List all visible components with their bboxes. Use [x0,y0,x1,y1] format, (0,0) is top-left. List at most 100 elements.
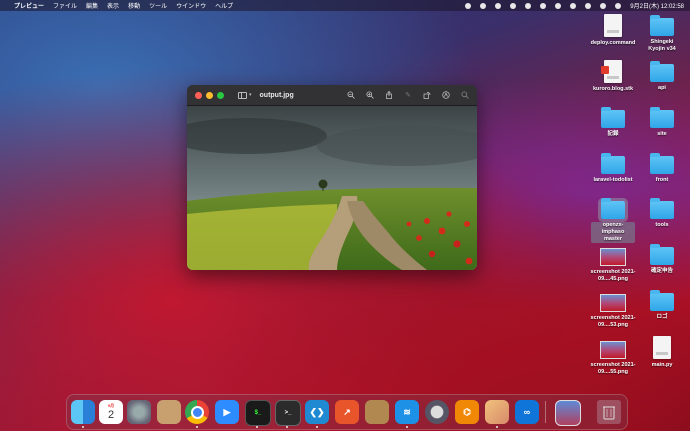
running-indicator [196,426,198,428]
rotate-icon[interactable] [423,91,431,99]
input-source-icon[interactable] [555,2,562,9]
weather-icon[interactable] [525,2,532,9]
desktop-item-label: main.py [651,362,673,368]
dock-separator [545,401,546,423]
running-indicator [316,426,318,428]
desktop-item-kuroro-blog[interactable]: kuroro.blog.stk [588,60,638,93]
share-icon[interactable] [385,91,393,99]
trash-icon[interactable] [597,400,621,424]
sidebar-toggle-icon[interactable] [238,91,247,99]
window-title: output.jpg [259,91,294,99]
zoom-in-icon[interactable] [366,91,374,99]
screenshot-icon[interactable] [555,400,581,426]
quicktime-icon[interactable] [425,400,449,424]
minimize-button[interactable] [206,91,213,99]
finder-icon[interactable] [71,400,95,424]
dropbox-icon[interactable] [540,2,547,9]
running-indicator [82,426,84,428]
desktop-item-front[interactable]: front [637,152,687,184]
desktop-item-site[interactable]: site [637,106,687,138]
sync-icon[interactable] [480,2,487,9]
desktop-item-api[interactable]: api [637,60,687,92]
image-thumbnail [600,248,626,266]
desktop-item-logo[interactable]: ロゴ [637,289,687,321]
folder-icon [650,198,674,219]
folder-icon [601,153,625,174]
image-thumbnail [600,341,626,359]
running-indicator [496,426,498,428]
menu-file[interactable]: ファイル [53,1,77,10]
menu-clock[interactable]: 9月2日(木) 12:02:58 [630,1,684,10]
folder-icon [650,61,674,82]
chevron-down-icon[interactable]: ▾ [249,92,252,98]
zoom-button[interactable] [217,91,224,99]
system-preferences-icon[interactable] [127,400,151,424]
folder-icon [650,290,674,311]
annotate-icon[interactable] [442,91,450,99]
desktop-item-deploy-command[interactable]: deploy.command [588,14,638,47]
menu-tools[interactable]: ツール [149,1,167,10]
calendar-icon[interactable]: 9月 2 [99,400,123,424]
desktop-item-label: screenshot 2021-09....53.png [590,315,636,328]
p-icon[interactable] [510,2,517,9]
zoom-out-icon[interactable] [347,91,355,99]
running-indicator [406,426,408,428]
activity-icon[interactable]: ↗ [335,400,359,424]
terminal-icon[interactable]: >_ [275,400,301,426]
menu-app-name[interactable]: プレビュー [14,1,44,10]
document-icon [604,14,622,37]
search-icon[interactable] [461,91,469,99]
record-icon[interactable] [465,2,472,9]
running-indicator [256,426,258,428]
desktop-item-label: 記録 [607,131,619,137]
landscape-photo [187,106,477,270]
desktop-item-main-py[interactable]: main.py [637,336,687,369]
docker-icon[interactable]: ≋ [395,400,419,424]
preview-icon[interactable] [485,400,509,424]
desktop-item-laravel-todolist[interactable]: laravel-todolist [588,152,638,184]
window-titlebar[interactable]: ▾ output.jpg ✎ [187,85,477,106]
menu-bar: プレビュー ファイル 編集 表示 移動 ツール ウインドウ ヘルプ 9月2日(木… [0,0,690,11]
desktop-item-label: laravel-todolist [593,177,633,183]
search-icon[interactable] [600,2,607,9]
menu-go[interactable]: 移動 [128,1,140,10]
desktop-item-label: tools [655,222,669,228]
close-button[interactable] [195,91,202,99]
desktop-item-kiroku[interactable]: 記録 [588,106,638,138]
chart-icon[interactable] [495,2,502,9]
desktop-item-tools[interactable]: tools [637,197,687,229]
desktop-item-label: site [657,131,667,137]
menu-edit[interactable]: 編集 [86,1,98,10]
image-thumbnail [600,294,626,312]
desktop-item-label: front [655,177,669,183]
desktop-item-label: deploy.command [590,40,636,46]
bluetooth-icon[interactable] [570,2,577,9]
archive-icon[interactable] [365,400,389,424]
dock: 9月 2 ▶ $_ >_ ❮❯ ↗ ≋ ⌬ ∞ [66,394,628,430]
control-center-icon[interactable] [615,2,622,9]
chrome-icon[interactable] [185,400,209,424]
desktop-item-screenshot-45[interactable]: screenshot 2021-09....45.png [588,243,638,283]
running-indicator [286,426,288,428]
drawio-icon[interactable]: ⌬ [455,400,479,424]
zoom-icon[interactable]: ▶ [215,400,239,424]
markup-icon[interactable]: ✎ [404,91,412,99]
contacts-icon[interactable] [157,400,181,424]
infinity-icon[interactable]: ∞ [515,400,539,424]
status-area: 9月2日(木) 12:02:58 [465,1,684,10]
desktop-item-openzx-master[interactable]: openzx-imphaso master [588,197,638,243]
folder-icon [601,107,625,128]
menu-help[interactable]: ヘルプ [215,1,233,10]
vscode-icon[interactable]: ❮❯ [305,400,329,424]
window-toolbar: ✎ [347,91,469,99]
menu-view[interactable]: 表示 [107,1,119,10]
desktop-item-screenshot-55[interactable]: screenshot 2021-09....55.png [588,336,638,376]
document-icon [653,336,671,359]
desktop-item-shingeki-kyojin[interactable]: Shingeki Kyojin v34 [637,14,687,53]
terminal-icon[interactable]: $_ [245,400,271,426]
menu-window[interactable]: ウインドウ [176,1,206,10]
wifi-icon[interactable] [585,2,592,9]
desktop-item-label: kuroro.blog.stk [592,86,634,92]
desktop-item-kakutei-shinkoku[interactable]: 確定申告 [637,243,687,275]
desktop-item-screenshot-53[interactable]: screenshot 2021-09....53.png [588,289,638,329]
